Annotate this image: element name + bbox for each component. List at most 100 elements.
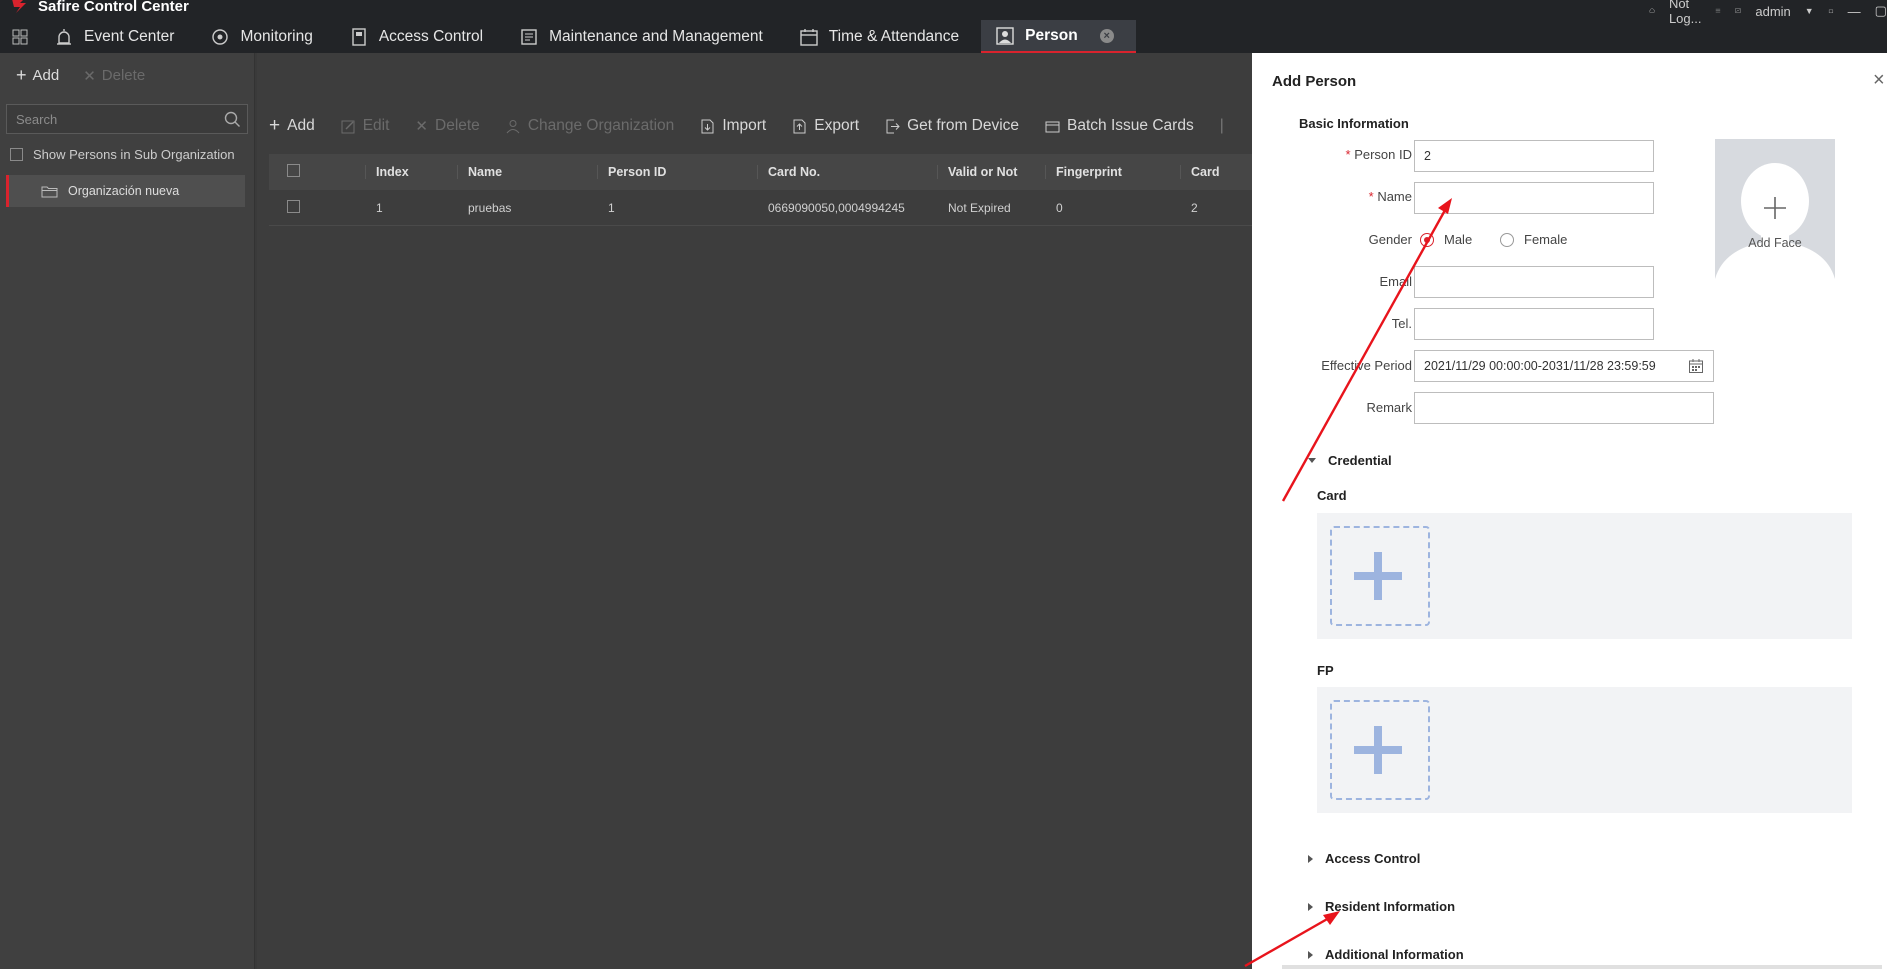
delete-org-label: Delete xyxy=(101,67,146,84)
name-label: * Name xyxy=(1368,189,1412,204)
close-icon: ✕ xyxy=(415,118,428,135)
get-from-device-button[interactable]: Get from Device xyxy=(885,117,1019,135)
person-move-icon xyxy=(506,119,520,133)
edit-icon xyxy=(341,120,355,133)
change-org-button[interactable]: Change Organization xyxy=(506,117,674,135)
plus-icon: + xyxy=(269,115,281,136)
tab-time-attendance[interactable]: Time & Attendance xyxy=(785,20,981,53)
access-control-icon xyxy=(352,27,366,46)
card-icon xyxy=(1045,121,1060,132)
import-button[interactable]: Import xyxy=(700,117,766,135)
edit-person-button[interactable]: Edit xyxy=(341,117,389,135)
get-from-device-label: Get from Device xyxy=(907,117,1020,134)
header-index[interactable]: Index xyxy=(365,165,457,179)
gender-female-label: Female xyxy=(1524,232,1568,247)
gender-male-radio[interactable]: Male xyxy=(1420,232,1472,247)
close-icon[interactable]: × xyxy=(1873,69,1887,92)
login-status[interactable]: Not Log... xyxy=(1669,0,1702,26)
header-card-no[interactable]: Card No. xyxy=(757,165,937,179)
tab-label: Time & Attendance xyxy=(828,27,960,45)
name-input[interactable] xyxy=(1414,182,1654,214)
access-control-title: Access Control xyxy=(1325,851,1421,866)
export-button[interactable]: Export xyxy=(792,117,859,135)
person-icon xyxy=(996,26,1014,45)
chart-icon[interactable] xyxy=(1735,8,1741,14)
batch-issue-cards-label: Batch Issue Cards xyxy=(1067,117,1194,134)
person-silhouette-icon xyxy=(1715,163,1835,299)
folder-icon xyxy=(41,186,58,197)
row-checkbox[interactable] xyxy=(287,199,300,213)
add-card-button[interactable] xyxy=(1330,526,1430,626)
cell-name: pruebas xyxy=(468,200,512,215)
list-icon[interactable] xyxy=(1715,8,1721,13)
tab-access-control[interactable]: Access Control xyxy=(335,20,505,53)
resident-info-section-toggle[interactable]: Resident Information xyxy=(1308,899,1455,914)
card-section-title: Card xyxy=(1317,488,1347,503)
header-fingerprint[interactable]: Fingerprint xyxy=(1045,165,1180,179)
fp-section-title: FP xyxy=(1317,663,1334,678)
additional-info-title: Additional Information xyxy=(1325,947,1464,962)
cell-card-no: 0669090050,0004994245 xyxy=(768,200,905,215)
search-icon[interactable] xyxy=(224,111,241,128)
chevron-right-icon xyxy=(1308,950,1313,959)
add-org-button[interactable]: + Add xyxy=(16,65,59,86)
show-sub-org-checkbox[interactable] xyxy=(10,148,23,161)
batch-issue-cards-button[interactable]: Batch Issue Cards xyxy=(1045,117,1194,135)
gender-female-radio[interactable]: Female xyxy=(1500,232,1567,247)
show-sub-org-label: Show Persons in Sub Organization xyxy=(33,147,235,162)
maximize-icon[interactable]: ▢ xyxy=(1875,3,1887,19)
chevron-down-icon[interactable]: ▼ xyxy=(1805,6,1814,16)
credential-title: Credential xyxy=(1328,453,1392,468)
effective-period-input[interactable] xyxy=(1414,350,1714,382)
add-fingerprint-button[interactable] xyxy=(1330,700,1430,800)
header-person-id[interactable]: Person ID xyxy=(597,165,757,179)
user-name[interactable]: admin xyxy=(1755,4,1790,19)
tab-label: Event Center xyxy=(84,27,175,45)
remark-input[interactable] xyxy=(1414,392,1714,424)
tab-label: Access Control xyxy=(378,27,484,45)
delete-person-label: Delete xyxy=(435,117,480,134)
additional-info-section-toggle[interactable]: Additional Information xyxy=(1308,947,1464,962)
header-card[interactable]: Card xyxy=(1180,165,1252,179)
header-select xyxy=(269,164,365,180)
radio-unselected xyxy=(1500,232,1514,247)
monitoring-icon xyxy=(212,28,229,45)
tab-close-icon[interactable]: × xyxy=(1099,28,1114,43)
email-input[interactable] xyxy=(1414,266,1654,298)
basic-info-title: Basic Information xyxy=(1299,116,1409,131)
access-control-section-toggle[interactable]: Access Control xyxy=(1308,851,1420,866)
minimize-icon[interactable]: — xyxy=(1848,4,1861,19)
export-icon xyxy=(793,119,806,133)
add-person-button[interactable]: + Add xyxy=(269,115,315,137)
tab-monitoring[interactable]: Monitoring xyxy=(196,20,334,53)
header-name[interactable]: Name xyxy=(457,165,597,179)
calendar-icon xyxy=(800,28,818,46)
credential-section-toggle[interactable]: Credential xyxy=(1308,453,1392,468)
horizontal-scrollbar[interactable] xyxy=(1282,965,1882,969)
delete-person-button[interactable]: ✕ Delete xyxy=(415,117,479,135)
person-toolbar: + Add Edit ✕ Delete Change Organization xyxy=(269,115,1224,137)
tab-maintenance[interactable]: Maintenance and Management xyxy=(505,20,785,53)
lock-icon[interactable] xyxy=(1828,8,1834,14)
org-name: Organización nueva xyxy=(68,184,180,198)
close-icon: ✕ xyxy=(83,67,96,85)
apps-grid-button[interactable] xyxy=(0,20,40,53)
add-face-label: Add Face xyxy=(1748,236,1802,250)
calendar-icon[interactable] xyxy=(1688,358,1704,374)
add-face-button[interactable]: Add Face xyxy=(1715,139,1835,299)
select-all-checkbox[interactable] xyxy=(287,164,300,177)
tab-person[interactable]: Person × xyxy=(981,20,1136,53)
search-input[interactable] xyxy=(7,105,247,133)
delete-org-button[interactable]: ✕ Delete xyxy=(83,65,145,86)
export-label: Export xyxy=(814,117,860,134)
tel-input[interactable] xyxy=(1414,308,1654,340)
import-icon xyxy=(701,119,714,133)
tab-event-center[interactable]: Event Center xyxy=(40,20,196,53)
header-valid[interactable]: Valid or Not xyxy=(937,165,1045,179)
resident-info-title: Resident Information xyxy=(1325,899,1456,914)
maintenance-icon xyxy=(521,28,537,45)
module-tabs: Event Center Monitoring Access Control M… xyxy=(0,20,1136,53)
table-row[interactable]: 1 pruebas 1 0669090050,0004994245 Not Ex… xyxy=(269,190,1252,226)
org-tree-item[interactable]: Organización nueva xyxy=(6,175,245,207)
person-id-input[interactable] xyxy=(1414,140,1654,172)
